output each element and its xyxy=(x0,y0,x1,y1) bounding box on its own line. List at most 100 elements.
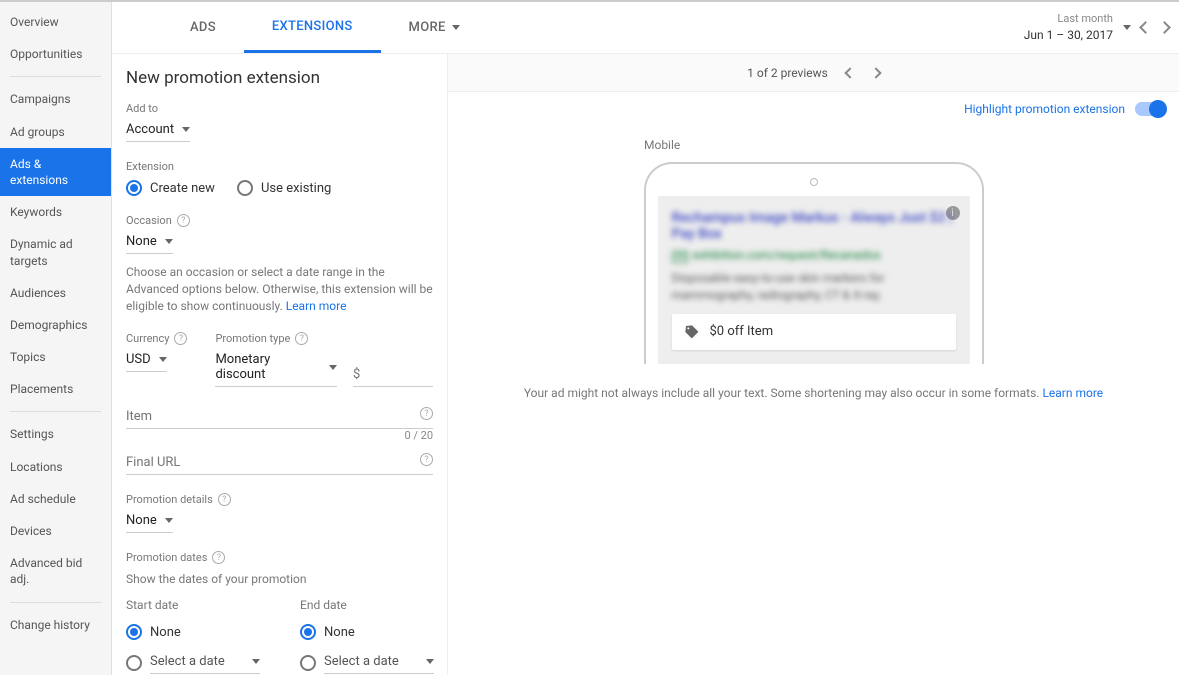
item-char-counter: 0 / 20 xyxy=(404,429,433,442)
tab-more-label: MORE xyxy=(409,20,446,35)
highlight-toggle[interactable] xyxy=(1135,102,1165,116)
preview-footer: Your ad might not always include all you… xyxy=(524,386,1103,400)
promotion-extension-text: $0 off Item xyxy=(710,324,774,339)
final-url-input[interactable] xyxy=(126,451,433,475)
ad-preview-card: i Rechampus Image Markus - Always Just $… xyxy=(658,196,970,364)
dropdown-arrow-icon xyxy=(329,365,337,370)
preview-panel: 1 of 2 previews Highlight promotion exte… xyxy=(447,54,1179,675)
start-date-none-radio[interactable]: None xyxy=(126,624,260,640)
preview-header: 1 of 2 previews xyxy=(448,54,1179,92)
preview-counter: 1 of 2 previews xyxy=(747,66,828,80)
occasion-select[interactable]: None xyxy=(126,234,173,254)
help-icon[interactable]: ? xyxy=(212,551,225,564)
sidebar-item-ads-extensions[interactable]: Ads & extensions xyxy=(0,148,111,196)
sidebar-item-adgroups[interactable]: Ad groups xyxy=(0,116,111,148)
tag-icon xyxy=(684,324,700,340)
help-icon[interactable]: ? xyxy=(295,332,308,345)
help-icon[interactable]: ? xyxy=(218,493,231,506)
radio-icon xyxy=(126,655,142,671)
learn-more-link[interactable]: Learn more xyxy=(286,299,347,313)
sidebar-item-audiences[interactable]: Audiences xyxy=(0,277,111,309)
sidebar-item-overview[interactable]: Overview xyxy=(0,6,111,38)
extension-label: Extension xyxy=(126,160,433,173)
add-to-value: Account xyxy=(126,122,174,137)
promotion-details-select[interactable]: None xyxy=(126,513,173,533)
dropdown-arrow-icon xyxy=(165,239,173,244)
promotion-details-label: Promotion details ? xyxy=(126,493,433,506)
currency-value: USD xyxy=(126,352,151,367)
ad-url: Adexhibition.com/request/Recanados xyxy=(672,248,956,262)
start-date-select-radio[interactable]: Select a date xyxy=(126,652,260,674)
currency-select[interactable]: USD xyxy=(126,352,167,372)
sidebar-item-locations[interactable]: Locations xyxy=(0,451,111,483)
date-next-button[interactable] xyxy=(1158,21,1171,34)
tab-ads[interactable]: ADS xyxy=(162,2,244,53)
ad-title: Rechampus Image Markus - Always Just $2 … xyxy=(672,210,956,242)
radio-icon xyxy=(300,655,316,671)
highlight-label: Highlight promotion extension xyxy=(964,102,1125,116)
dropdown-arrow-icon xyxy=(426,659,434,664)
help-icon[interactable]: ? xyxy=(177,214,190,227)
radio-icon xyxy=(300,624,316,640)
sidebar-item-campaigns[interactable]: Campaigns xyxy=(0,83,111,115)
discount-amount-input[interactable] xyxy=(353,363,433,387)
topbar: ADS EXTENSIONS MORE Last month Jun 1 – 3… xyxy=(112,2,1179,54)
sidebar-item-dynamic-ad-targets[interactable]: Dynamic ad targets xyxy=(0,228,111,276)
ad-description: Disposable easy-to-use skin markers for … xyxy=(672,270,956,304)
form-panel: New promotion extension Add to Account E… xyxy=(112,54,447,675)
start-date-label: Start date xyxy=(126,598,260,612)
sidebar-item-settings[interactable]: Settings xyxy=(0,418,111,450)
radio-create-label: Create new xyxy=(150,181,215,196)
promotion-type-select[interactable]: Monetary discount xyxy=(215,352,337,387)
sidebar-separator xyxy=(10,76,101,77)
sidebar-item-placements[interactable]: Placements xyxy=(0,373,111,405)
dropdown-arrow-icon xyxy=(182,127,190,132)
sidebar-separator xyxy=(10,602,101,603)
promotion-dates-sub: Show the dates of your promotion xyxy=(126,571,433,588)
end-date-none-radio[interactable]: None xyxy=(300,624,434,640)
promotion-extension-preview: $0 off Item xyxy=(672,314,956,350)
start-date-picker[interactable]: Select a date xyxy=(150,652,260,674)
highlight-row: Highlight promotion extension xyxy=(448,92,1179,126)
sidebar-item-advanced-bid[interactable]: Advanced bid adj. xyxy=(0,547,111,595)
preview-learn-more-link[interactable]: Learn more xyxy=(1042,386,1103,400)
end-date-select-radio[interactable]: Select a date xyxy=(300,652,434,674)
date-range-picker[interactable]: Last month Jun 1 – 30, 2017 xyxy=(1024,2,1179,53)
radio-use-existing[interactable]: Use existing xyxy=(237,180,331,196)
dropdown-arrow-icon xyxy=(252,659,260,664)
dropdown-arrow-icon xyxy=(1123,25,1131,30)
radio-icon xyxy=(126,624,142,640)
radio-create-new[interactable]: Create new xyxy=(126,180,215,196)
sidebar-item-keywords[interactable]: Keywords xyxy=(0,196,111,228)
sidebar-item-topics[interactable]: Topics xyxy=(0,341,111,373)
sidebar-item-ad-schedule[interactable]: Ad schedule xyxy=(0,483,111,515)
occasion-help-text: Choose an occasion or select a date rang… xyxy=(126,264,433,314)
form-title: New promotion extension xyxy=(126,68,433,88)
preview-next-button[interactable] xyxy=(870,67,881,78)
preview-prev-button[interactable] xyxy=(844,67,855,78)
sidebar-item-change-history[interactable]: Change history xyxy=(0,609,111,641)
end-date-picker[interactable]: Select a date xyxy=(324,652,434,674)
sidebar-separator xyxy=(10,411,101,412)
dropdown-arrow-icon xyxy=(165,518,173,523)
date-prev-button[interactable] xyxy=(1139,21,1152,34)
end-date-label: End date xyxy=(300,598,434,612)
occasion-value: None xyxy=(126,234,157,249)
dropdown-arrow-icon xyxy=(452,25,460,30)
preview-device-label: Mobile xyxy=(644,138,680,152)
item-input[interactable] xyxy=(126,405,433,429)
promotion-type-value: Monetary discount xyxy=(215,352,321,382)
sidebar-item-opportunities[interactable]: Opportunities xyxy=(0,38,111,70)
sidebar-item-demographics[interactable]: Demographics xyxy=(0,309,111,341)
promotion-dates-label: Promotion dates ? xyxy=(126,551,433,564)
add-to-select[interactable]: Account xyxy=(126,122,190,142)
sidebar: Overview Opportunities Campaigns Ad grou… xyxy=(0,2,112,675)
help-icon[interactable]: ? xyxy=(174,332,187,345)
occasion-label: Occasion ? xyxy=(126,214,433,227)
tab-extensions[interactable]: EXTENSIONS xyxy=(244,2,381,53)
sidebar-item-devices[interactable]: Devices xyxy=(0,515,111,547)
tab-more[interactable]: MORE xyxy=(381,2,488,53)
radio-existing-label: Use existing xyxy=(261,181,331,196)
promotion-type-label: Promotion type ? xyxy=(215,332,433,345)
promotion-details-value: None xyxy=(126,513,157,528)
